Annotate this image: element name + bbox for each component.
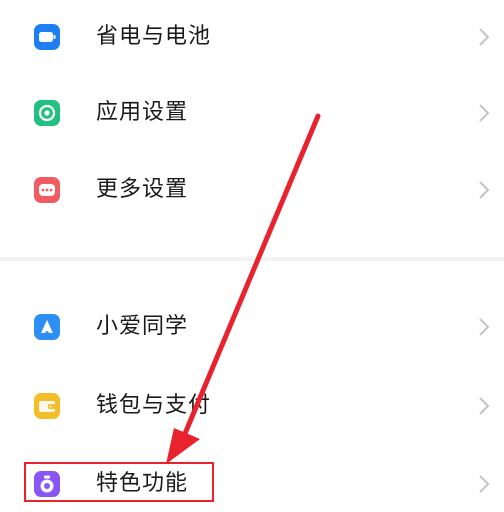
settings-item-label: 省电与电池 bbox=[96, 24, 212, 49]
battery-icon bbox=[34, 24, 60, 50]
settings-item-label: 更多设置 bbox=[96, 177, 189, 202]
chevron-right-icon bbox=[479, 475, 490, 493]
chevron-right-icon bbox=[479, 28, 490, 46]
app-settings-gear-icon bbox=[34, 100, 60, 126]
settings-item-wallet[interactable]: 钱包与支付 bbox=[0, 378, 504, 434]
more-dots-icon bbox=[34, 177, 60, 203]
settings-item-label: 钱包与支付 bbox=[96, 393, 212, 418]
settings-item-xiaoai[interactable]: 小爱同学 bbox=[0, 299, 504, 355]
chevron-right-icon bbox=[479, 318, 490, 336]
annotation-arrow bbox=[166, 113, 321, 464]
xiaoai-assistant-icon bbox=[34, 314, 60, 340]
settings-item-app-settings[interactable]: 应用设置 bbox=[0, 85, 504, 141]
settings-item-label: 应用设置 bbox=[96, 100, 189, 125]
section-divider bbox=[0, 257, 504, 261]
wallet-icon bbox=[34, 393, 60, 419]
chevron-right-icon bbox=[479, 397, 490, 415]
chevron-right-icon bbox=[479, 181, 490, 199]
settings-item-label: 小爱同学 bbox=[96, 314, 189, 339]
settings-item-more-settings[interactable]: 更多设置 bbox=[0, 162, 504, 218]
settings-item-battery[interactable]: 省电与电池 bbox=[0, 9, 504, 65]
chevron-right-icon bbox=[479, 104, 490, 122]
highlight-box bbox=[24, 462, 214, 502]
